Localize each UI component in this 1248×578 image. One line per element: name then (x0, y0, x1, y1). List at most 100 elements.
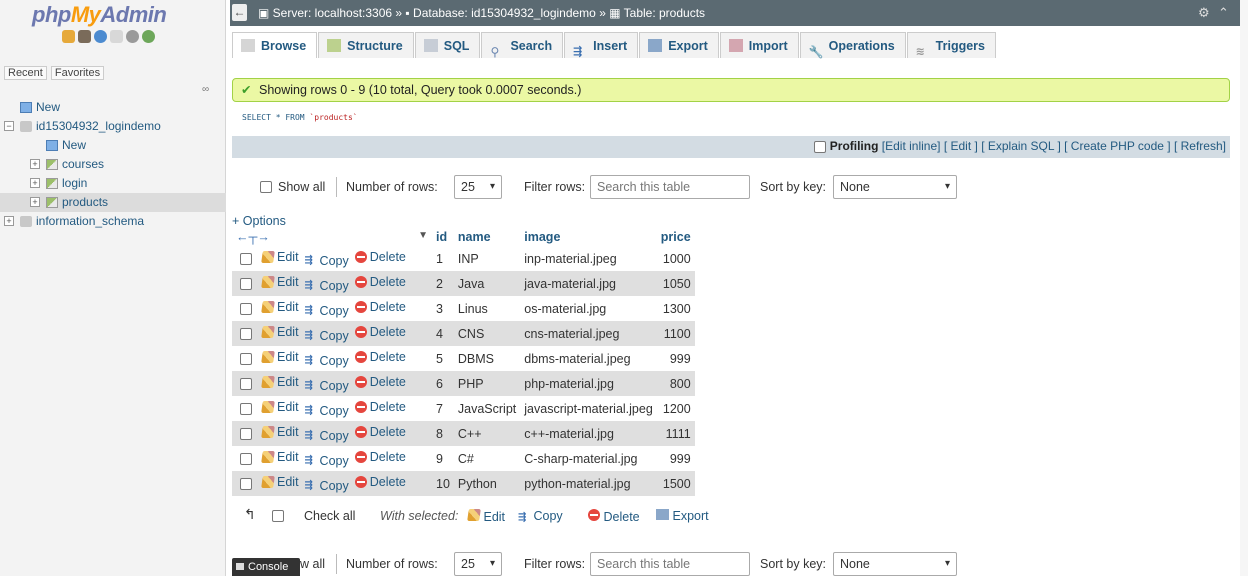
column-header-name[interactable]: name (453, 228, 521, 246)
cell-image[interactable]: inp-material.jpeg (520, 246, 657, 271)
tab-search[interactable]: ⚲ Search (481, 32, 564, 59)
row-delete-button[interactable]: Delete (354, 300, 406, 314)
breadcrumb-server[interactable]: Server: localhost:3306 (273, 6, 392, 20)
logout-icon[interactable] (78, 30, 91, 43)
help-icon[interactable] (94, 30, 107, 43)
column-resize-arrows[interactable]: ←┬→ ▼ (232, 228, 432, 246)
row-checkbox[interactable] (240, 478, 252, 491)
cell-id[interactable]: 1 (432, 246, 454, 271)
cell-id[interactable]: 10 (432, 471, 454, 496)
home-icon[interactable] (62, 30, 75, 43)
tree-item[interactable]: + login (0, 174, 226, 193)
collapse-up-icon[interactable]: ⌃ (1218, 5, 1229, 21)
row-checkbox[interactable] (240, 278, 252, 291)
cell-price[interactable]: 1200 (656, 396, 695, 421)
show-all-checkbox[interactable] (260, 181, 272, 193)
cell-image[interactable]: python-material.jpg (520, 471, 657, 496)
docs-icon[interactable] (110, 30, 123, 43)
cell-price[interactable]: 1100 (656, 321, 695, 346)
cell-price[interactable]: 800 (656, 371, 695, 396)
edit-inline-link[interactable]: [Edit inline] (882, 139, 941, 153)
check-all-label[interactable]: Check all (304, 509, 355, 523)
expand-icon[interactable]: + (4, 216, 14, 226)
tab-browse[interactable]: Browse (232, 32, 318, 58)
row-edit-button[interactable]: Edit (261, 300, 299, 314)
row-checkbox[interactable] (240, 328, 252, 341)
sort-by-key-select-bottom[interactable]: None ▾ (833, 552, 957, 576)
filter-rows-input[interactable]: Search this table (590, 175, 750, 199)
scrollbar[interactable] (1240, 0, 1248, 576)
expand-icon[interactable]: + (30, 197, 40, 207)
cell-name[interactable]: Java (453, 271, 521, 296)
filter-rows-input-bottom[interactable]: Search this table (590, 552, 750, 576)
cell-id[interactable]: 2 (432, 271, 454, 296)
row-delete-button[interactable]: Delete (354, 400, 406, 414)
breadcrumb-table[interactable]: Table: products (624, 6, 705, 20)
cell-image[interactable]: java-material.jpg (520, 271, 657, 296)
row-copy-button[interactable]: ⇶ Copy (305, 379, 349, 393)
row-checkbox[interactable] (240, 453, 252, 466)
row-copy-button[interactable]: ⇶ Copy (305, 479, 349, 493)
collapse-nav-icon[interactable]: ← (232, 4, 247, 21)
cell-name[interactable]: Linus (453, 296, 521, 321)
column-header-price[interactable]: price (656, 228, 695, 246)
check-all-checkbox[interactable] (272, 510, 284, 522)
row-delete-button[interactable]: Delete (354, 275, 406, 289)
cell-id[interactable]: 9 (432, 446, 454, 471)
recent-tab[interactable]: Recent (4, 66, 47, 80)
row-copy-button[interactable]: ⇶ Copy (305, 454, 349, 468)
cell-image[interactable]: php-material.jpg (520, 371, 657, 396)
options-toggle[interactable]: + Options (232, 214, 286, 228)
row-delete-button[interactable]: Delete (354, 475, 406, 489)
row-checkbox[interactable] (240, 303, 252, 316)
cell-id[interactable]: 6 (432, 371, 454, 396)
cell-image[interactable]: c++-material.jpg (520, 421, 657, 446)
row-copy-button[interactable]: ⇶ Copy (305, 254, 349, 268)
cell-price[interactable]: 1000 (656, 246, 695, 271)
cell-price[interactable]: 999 (656, 446, 695, 471)
row-copy-button[interactable]: ⇶ Copy (305, 304, 349, 318)
row-copy-button[interactable]: ⇶ Copy (305, 354, 349, 368)
cell-price[interactable]: 999 (656, 346, 695, 371)
explain-sql-link[interactable]: [ Explain SQL ] (981, 139, 1061, 153)
cell-name[interactable]: PHP (453, 371, 521, 396)
refresh-link[interactable]: [ Refresh] (1174, 139, 1226, 153)
tab-sql[interactable]: SQL (414, 32, 481, 58)
tree-item[interactable]: New (0, 136, 226, 155)
row-copy-button[interactable]: ⇶ Copy (305, 404, 349, 418)
cell-price[interactable]: 1300 (656, 296, 695, 321)
cell-name[interactable]: INP (453, 246, 521, 271)
row-edit-button[interactable]: Edit (261, 400, 299, 414)
gear-icon[interactable]: ⚙ (1198, 5, 1210, 21)
row-checkbox[interactable] (240, 253, 252, 266)
link-with-main-icon[interactable]: ∞ (202, 84, 209, 95)
bulk-edit-button[interactable]: Edit (467, 509, 505, 524)
row-delete-button[interactable]: Delete (354, 325, 406, 339)
cell-id[interactable]: 4 (432, 321, 454, 346)
cell-name[interactable]: DBMS (453, 346, 521, 371)
cell-name[interactable]: C# (453, 446, 521, 471)
breadcrumb-database[interactable]: Database: id15304932_logindemo (413, 6, 596, 20)
cell-image[interactable]: dbms-material.jpeg (520, 346, 657, 371)
cell-id[interactable]: 3 (432, 296, 454, 321)
column-header-image[interactable]: image (520, 228, 657, 246)
row-edit-button[interactable]: Edit (261, 475, 299, 489)
expand-icon[interactable]: + (30, 159, 40, 169)
tree-item[interactable]: New (0, 98, 226, 117)
sort-by-key-select[interactable]: None ▾ (833, 175, 957, 199)
tree-item[interactable]: + products (0, 193, 226, 212)
cell-price[interactable]: 1111 (656, 421, 695, 446)
cell-image[interactable]: C-sharp-material.jpg (520, 446, 657, 471)
tab-triggers[interactable]: ≋ Triggers (906, 32, 996, 58)
bulk-export-button[interactable]: Export (656, 509, 709, 523)
cell-name[interactable]: Python (453, 471, 521, 496)
row-edit-button[interactable]: Edit (261, 425, 299, 439)
row-checkbox[interactable] (240, 403, 252, 416)
tab-import[interactable]: Import (719, 32, 799, 58)
tree-item[interactable]: + information_schema (0, 212, 226, 231)
cell-price[interactable]: 1500 (656, 471, 695, 496)
row-delete-button[interactable]: Delete (354, 450, 406, 464)
cell-id[interactable]: 8 (432, 421, 454, 446)
cell-name[interactable]: CNS (453, 321, 521, 346)
bulk-copy-button[interactable]: ⇶ Copy (518, 509, 563, 524)
